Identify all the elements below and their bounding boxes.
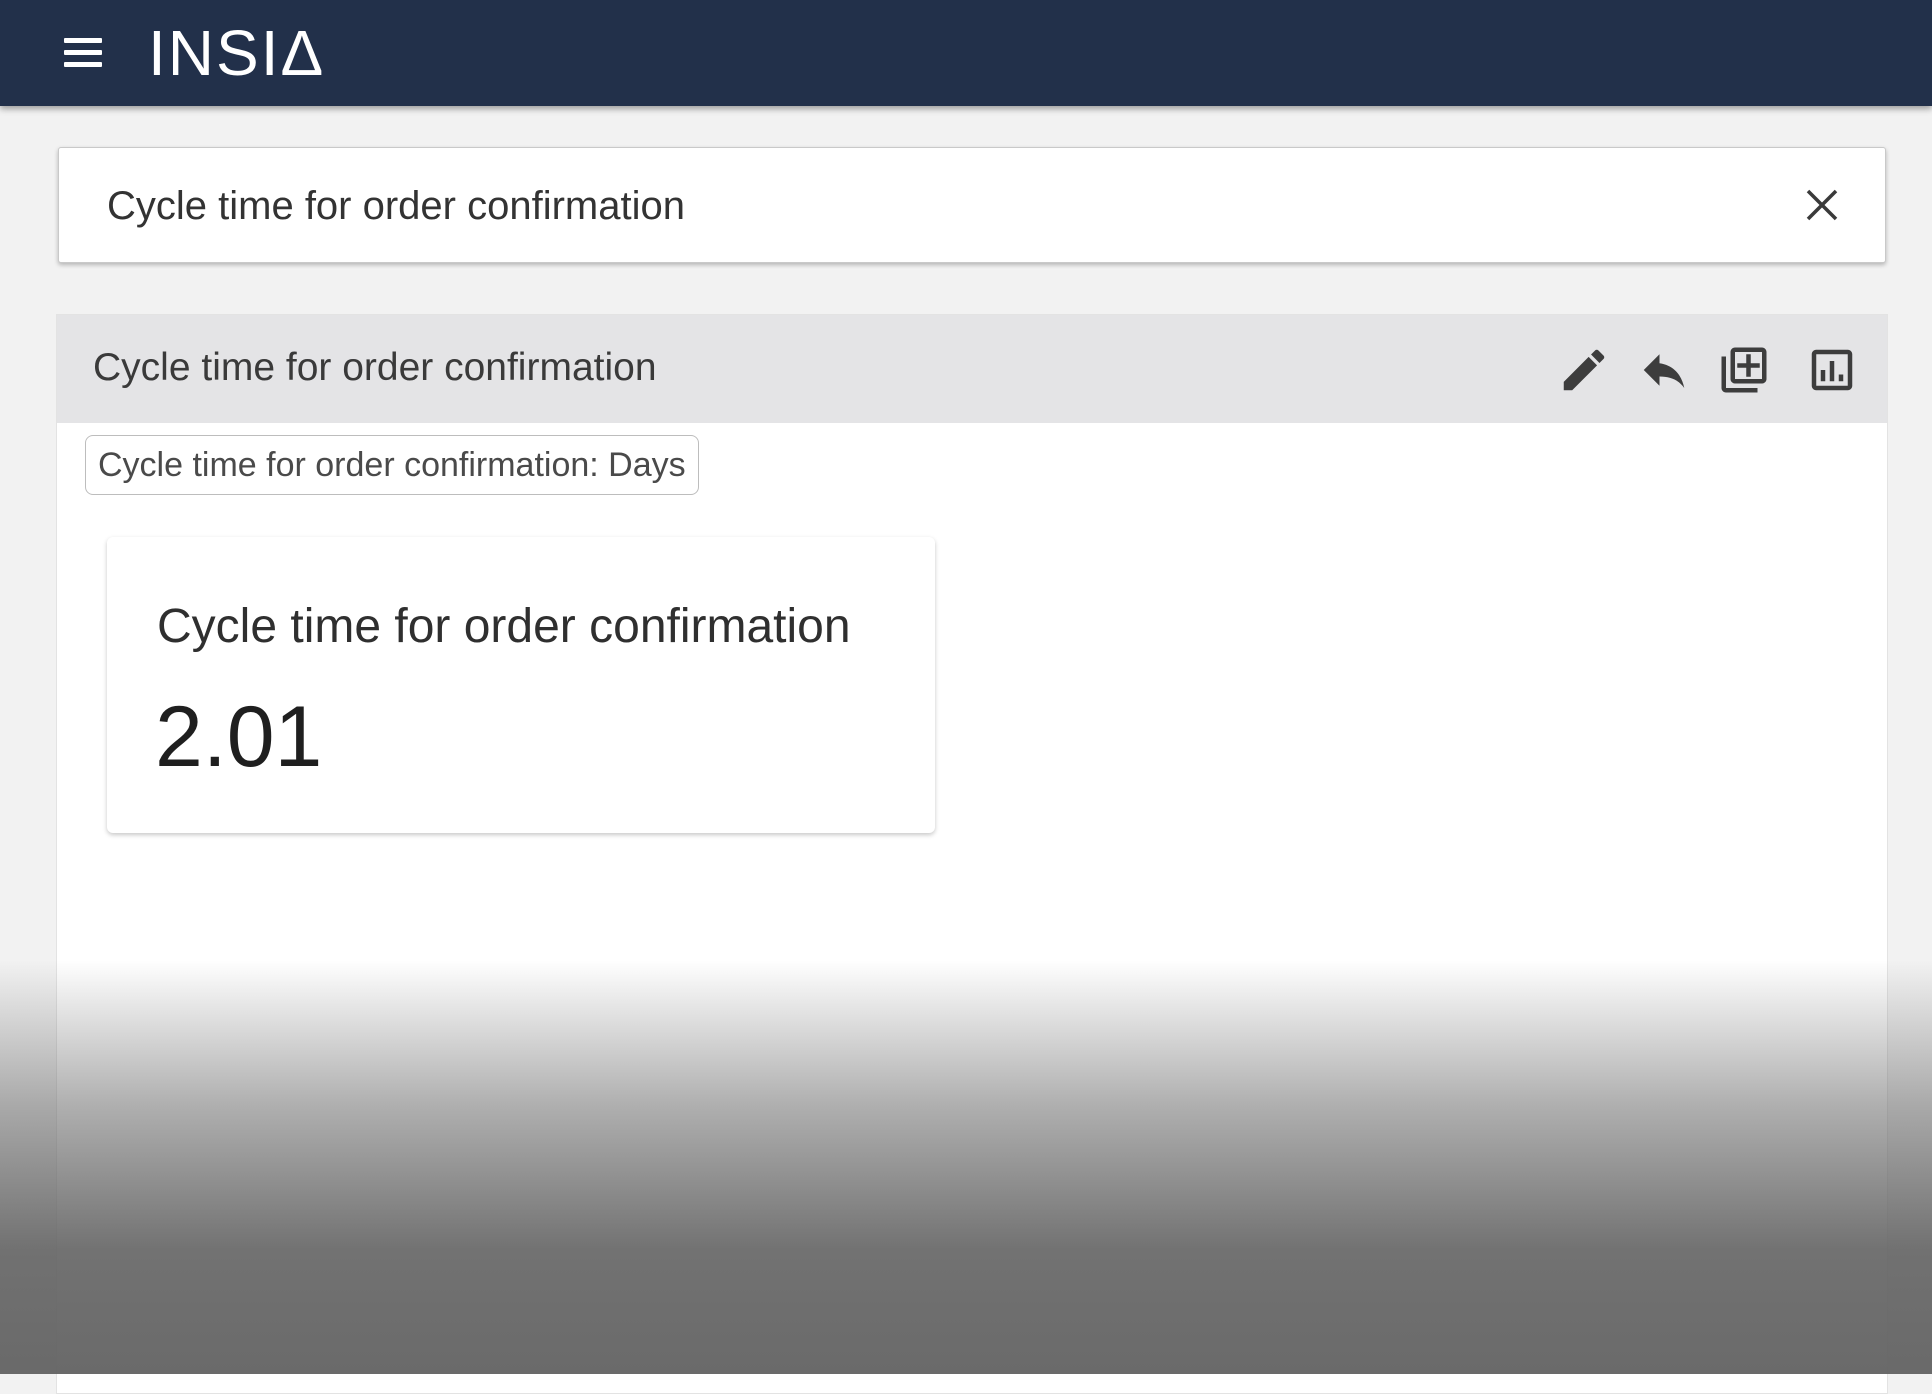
app-logo[interactable]: INSIΔ: [148, 18, 325, 88]
search-input[interactable]: [107, 176, 1707, 236]
result-panel-header: Cycle time for order confirmation: [57, 315, 1887, 423]
close-icon[interactable]: [1803, 186, 1841, 224]
result-panel-title: Cycle time for order confirmation: [93, 346, 657, 389]
bar-chart-icon[interactable]: [1805, 343, 1859, 397]
result-panel: Cycle time for order confirmation Cycle …: [56, 314, 1888, 1394]
add-to-library-icon[interactable]: [1717, 343, 1771, 397]
kpi-title: Cycle time for order confirmation: [157, 600, 851, 653]
search-bar: [58, 147, 1886, 263]
kpi-card[interactable]: Cycle time for order confirmation 2.01: [107, 537, 935, 833]
filter-chip[interactable]: Cycle time for order confirmation: Days: [85, 435, 699, 495]
reply-icon[interactable]: [1637, 343, 1691, 397]
top-app-bar: INSIΔ: [0, 0, 1932, 106]
hamburger-menu-icon[interactable]: [58, 34, 108, 74]
kpi-value: 2.01: [155, 689, 323, 785]
edit-icon[interactable]: [1557, 343, 1611, 397]
